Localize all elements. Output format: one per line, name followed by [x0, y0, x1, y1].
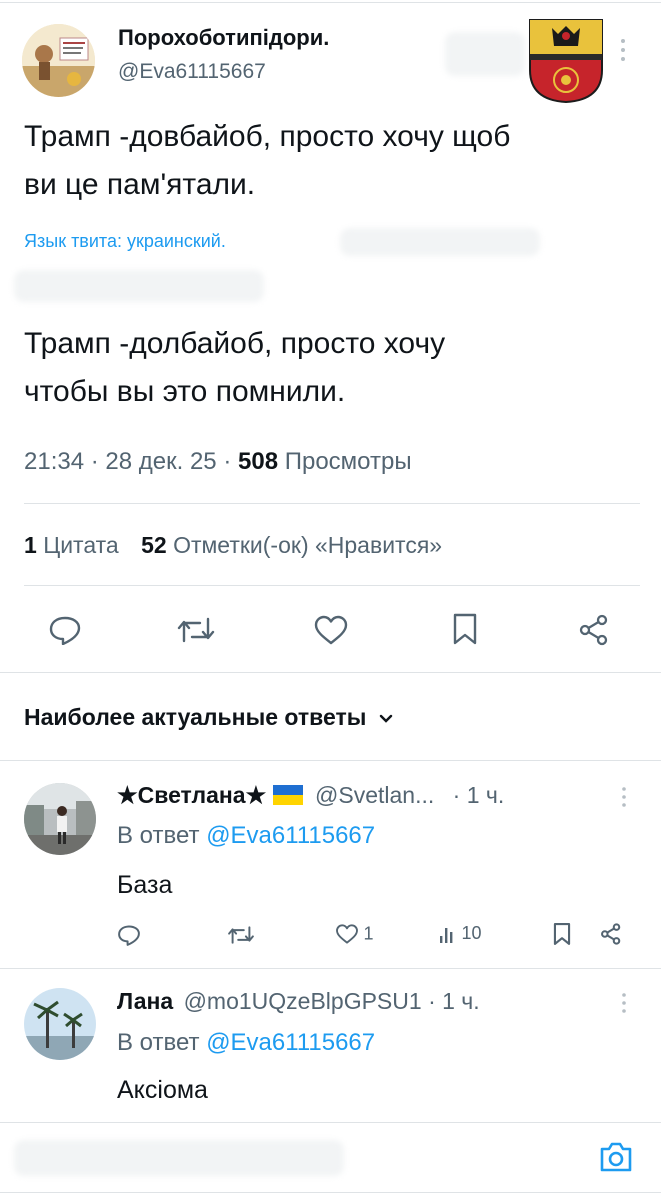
reply-icon[interactable] [48, 615, 82, 645]
views-count: 508 [238, 448, 279, 475]
tweet-stats: 1 Цитата 52 Отметки(-ок) «Нравится» [24, 532, 442, 559]
author-avatar[interactable] [22, 24, 95, 97]
reply-age: · 1 ч. [428, 988, 480, 1014]
separator-dot: · [223, 448, 232, 475]
reply-author-handle[interactable]: @Svetlan... [315, 782, 434, 808]
camera-icon[interactable] [598, 1140, 634, 1174]
tweet-time[interactable]: 21:34 [24, 448, 84, 475]
coat-of-arms-badge [528, 18, 604, 104]
author-name[interactable]: Порохоботипідори. [118, 25, 329, 51]
quotes-count: 1 [24, 532, 37, 558]
reply-text: Аксіома [117, 1076, 208, 1104]
quotes-stat[interactable]: 1 Цитата [24, 532, 125, 558]
bottom-divider [0, 1192, 661, 1193]
reply-to-prefix: В ответ [117, 822, 200, 849]
reply-header: ★Светлана★ @Svetlan... · 1 ч. [117, 782, 504, 809]
divider [0, 1122, 661, 1123]
tweet-date[interactable]: 28 дек. 25 [105, 448, 216, 475]
tweet-metadata: 21:34 · 28 дек. 25 · 508 Просмотры [24, 448, 412, 476]
retweet-icon[interactable] [176, 615, 216, 645]
share-icon[interactable] [578, 614, 610, 646]
reply-to-link[interactable]: @Eva61115667 [206, 822, 375, 849]
reply-icon[interactable] [117, 924, 141, 946]
reply-age: · 1 ч. [452, 782, 505, 808]
more-icon[interactable] [621, 786, 627, 808]
translation-line-2: чтобы вы это помнили. [24, 375, 346, 408]
separator-dot: · [90, 448, 99, 475]
reply-author-name[interactable]: ★Светлана★ [117, 782, 266, 808]
reply-avatar[interactable] [24, 988, 96, 1060]
share-icon[interactable] [600, 923, 622, 945]
chevron-down-icon [379, 714, 393, 724]
reply-input-placeholder[interactable] [14, 1140, 344, 1176]
tweet-language-note[interactable]: Язык твита: украинский. [24, 231, 226, 252]
views-action[interactable]: 10 [439, 923, 481, 944]
reply-avatar[interactable] [24, 783, 96, 855]
divider [24, 503, 640, 504]
divider [0, 760, 661, 761]
top-divider [0, 2, 661, 3]
like-action[interactable]: 1 [335, 923, 373, 945]
reply-to-link[interactable]: @Eva61115667 [206, 1029, 375, 1056]
divider [0, 968, 661, 969]
more-icon[interactable] [621, 992, 627, 1014]
reply-header: Лана @mo1UQzeBlpGPSU1 · 1 ч. [117, 988, 480, 1015]
replies-sort-button[interactable]: Наиболее актуальные ответы [24, 704, 393, 731]
reply-to-prefix: В ответ [117, 1029, 200, 1056]
replies-sort-label: Наиболее актуальные ответы [24, 704, 367, 730]
tweet-text-line-2: ви це пам'ятали. [24, 168, 256, 201]
views-icon [439, 924, 457, 944]
more-icon[interactable] [620, 38, 626, 62]
bookmark-icon[interactable] [552, 922, 572, 946]
views-label: Просмотры [284, 448, 412, 475]
divider [24, 585, 640, 586]
likes-stat[interactable]: 52 Отметки(-ок) «Нравится» [141, 532, 442, 558]
divider [0, 672, 661, 673]
blurred-line [340, 228, 540, 256]
retweet-icon[interactable] [227, 924, 255, 946]
bookmark-icon[interactable] [451, 612, 479, 646]
views-count: 10 [461, 923, 482, 943]
like-count: 1 [363, 923, 374, 944]
reply-to-line: В ответ @Eva61115667 [117, 822, 375, 850]
follow-button-placeholder[interactable] [445, 32, 525, 76]
heart-icon[interactable] [313, 615, 349, 645]
author-handle[interactable]: @Eva61115667 [118, 60, 266, 84]
reply-author-handle[interactable]: @mo1UQzeBlpGPSU1 [184, 988, 422, 1014]
likes-count: 52 [141, 532, 167, 558]
quotes-label: Цитата [43, 532, 119, 558]
ukraine-flag-icon [272, 785, 303, 805]
reply-text: База [117, 871, 173, 899]
translation-line-1: Трамп -долбайоб, просто хочу [24, 327, 446, 360]
tweet-text-line-1: Трамп -довбайоб, просто хочу щоб [24, 120, 511, 153]
heart-icon [335, 923, 359, 945]
reply-to-line: В ответ @Eva61115667 [117, 1029, 375, 1057]
blurred-line [14, 270, 264, 302]
likes-label: Отметки(-ок) «Нравится» [173, 532, 443, 558]
reply-author-name[interactable]: Лана [117, 988, 173, 1014]
